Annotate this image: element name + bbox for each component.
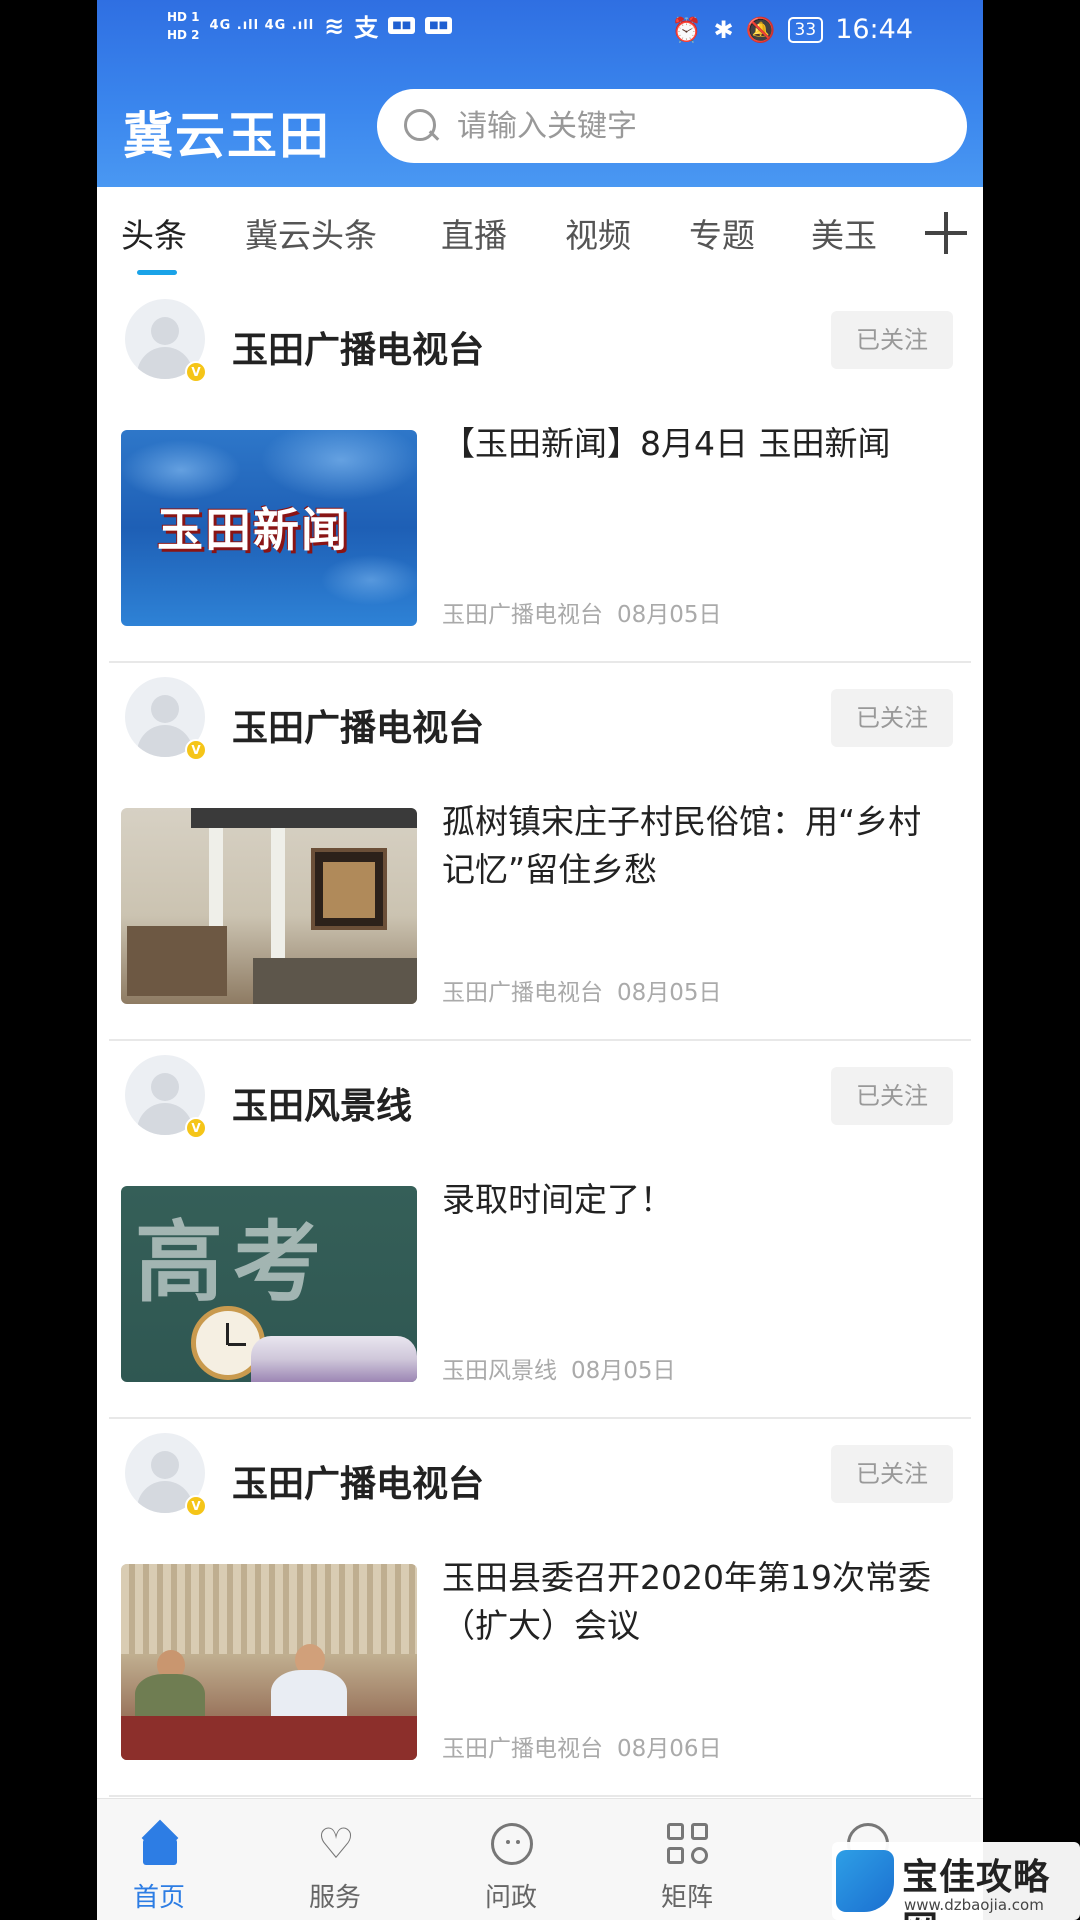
news-card[interactable]: V 玉田风景线 已关注 高考 录取时间定了！ 玉田风景线 08月05日 — [97, 1041, 983, 1419]
meta-date: 08月05日 — [571, 1358, 676, 1384]
meta-source: 玉田广播电视台 — [442, 1736, 603, 1762]
followed-button[interactable]: 已关注 — [831, 311, 953, 369]
status-bar: HD 1 HD 2 4G .ıll 4G .ıll ≋ 支 ■■ ■■ ⏰ ✱ … — [97, 0, 983, 66]
verified-badge: V — [185, 1117, 207, 1139]
news-headline[interactable]: 录取时间定了！ — [442, 1176, 947, 1224]
books-image — [251, 1336, 417, 1382]
news-meta: 玉田广播电视台 08月05日 — [442, 595, 722, 629]
meta-source: 玉田广播电视台 — [442, 980, 603, 1006]
tab-meiyu[interactable]: 美玉 — [811, 209, 877, 257]
meta-source: 玉田广播电视台 — [442, 602, 603, 628]
hd1-label: HD 1 — [167, 9, 200, 24]
nav-label: 矩阵 — [660, 1883, 713, 1913]
channel-tabs: 头条 冀云头条 直播 视频 专题 美玉 — [97, 187, 983, 285]
news-card[interactable]: V 玉田广播电视台 已关注 玉田新闻 【玉田新闻】8月4日 玉田新闻 玉田广播电… — [97, 285, 983, 663]
tab-jiyun-headlines[interactable]: 冀云头条 — [245, 209, 377, 257]
search-bar[interactable] — [377, 89, 967, 163]
nav-label: 服务 — [308, 1883, 361, 1913]
news-thumbnail[interactable] — [121, 1564, 417, 1760]
meta-date: 08月05日 — [617, 602, 722, 628]
nav-inquiry[interactable]: 问政 — [451, 1799, 571, 1920]
heart-icon: ♡ — [317, 1819, 355, 1868]
news-headline[interactable]: 【玉田新闻】8月4日 玉田新闻 — [442, 420, 947, 468]
followed-button[interactable]: 已关注 — [831, 1445, 953, 1503]
app-logo-title: 冀云玉田 — [123, 107, 331, 165]
news-card[interactable]: V 玉田广播电视台 已关注 孤树镇宋庄子村民俗馆：用“乡村记忆”留住乡愁 玉田广… — [97, 663, 983, 1041]
nav-home[interactable]: 首页 — [99, 1799, 219, 1920]
status-left: HD 1 HD 2 4G .ıll 4G .ıll ≋ 支 ■■ ■■ — [167, 8, 453, 43]
chat-icon — [491, 1823, 533, 1865]
status-right: ⏰ ✱ 🔕 33 16:44 — [672, 14, 913, 45]
news-feed: V 玉田广播电视台 已关注 玉田新闻 【玉田新闻】8月4日 玉田新闻 玉田广播电… — [97, 285, 983, 1797]
divider — [109, 1795, 971, 1797]
news-headline[interactable]: 孤树镇宋庄子村民俗馆：用“乡村记忆”留住乡愁 — [442, 798, 947, 894]
news-meta: 玉田风景线 08月05日 — [442, 1351, 676, 1385]
source-name[interactable]: 玉田风景线 — [232, 1077, 412, 1129]
verified-badge: V — [185, 739, 207, 761]
news-app-icon: ■■ — [388, 17, 416, 34]
news-headline[interactable]: 玉田县委召开2020年第19次常委（扩大）会议 — [442, 1554, 947, 1650]
nav-services[interactable]: ♡ 服务 — [275, 1799, 395, 1920]
battery-icon: 33 — [787, 16, 824, 43]
hd-indicator: HD 1 HD 2 — [167, 10, 200, 42]
hd2-label: HD 2 — [167, 27, 200, 42]
tab-live[interactable]: 直播 — [441, 209, 507, 257]
alipay-icon: 支 — [354, 14, 379, 42]
watermark: 宝佳攻略网 www.dzbaojia.com — [832, 1842, 1080, 1920]
meta-date: 08月06日 — [617, 1736, 722, 1762]
thumbnail-title: 玉田新闻 — [157, 503, 349, 557]
nav-matrix[interactable]: 矩阵 — [627, 1799, 747, 1920]
mute-icon: 🔕 — [745, 15, 776, 44]
clock-time: 16:44 — [835, 14, 913, 45]
alarm-icon: ⏰ — [671, 15, 702, 44]
followed-button[interactable]: 已关注 — [831, 689, 953, 747]
app-screen: HD 1 HD 2 4G .ıll 4G .ıll ≋ 支 ■■ ■■ ⏰ ✱ … — [97, 0, 983, 1920]
bluetooth-icon: ✱ — [713, 15, 734, 44]
tab-headlines[interactable]: 头条 — [121, 209, 187, 257]
add-channel-icon[interactable] — [925, 212, 967, 254]
nav-label: 首页 — [132, 1883, 185, 1913]
verified-badge: V — [185, 361, 207, 383]
search-icon — [401, 106, 441, 146]
meta-source: 玉田风景线 — [442, 1358, 557, 1384]
tab-video[interactable]: 视频 — [565, 209, 631, 257]
app-header: HD 1 HD 2 4G .ıll 4G .ıll ≋ 支 ■■ ■■ ⏰ ✱ … — [97, 0, 983, 187]
grid-icon — [667, 1823, 709, 1865]
watermark-url: www.dzbaojia.com — [904, 1896, 1044, 1914]
news-thumbnail[interactable]: 高考 — [121, 1186, 417, 1382]
nav-label: 问政 — [484, 1883, 537, 1913]
watermark-logo — [836, 1850, 894, 1912]
tab-topics[interactable]: 专题 — [689, 209, 755, 257]
source-name[interactable]: 玉田广播电视台 — [232, 321, 484, 373]
news-thumbnail[interactable]: 玉田新闻 — [121, 430, 417, 626]
wifi-icon: ≋ — [324, 11, 345, 40]
verified-badge: V — [185, 1495, 207, 1517]
news-thumbnail[interactable] — [121, 808, 417, 1004]
followed-button[interactable]: 已关注 — [831, 1067, 953, 1125]
people-app-icon: ■■ — [425, 17, 453, 34]
source-name[interactable]: 玉田广播电视台 — [232, 699, 484, 751]
news-meta: 玉田广播电视台 08月05日 — [442, 973, 722, 1007]
meta-date: 08月05日 — [617, 980, 722, 1006]
news-card[interactable]: V 玉田广播电视台 已关注 玉田县委召开2020年第19次常委（扩大）会议 玉田… — [97, 1419, 983, 1797]
active-tab-indicator — [137, 270, 177, 275]
source-name[interactable]: 玉田广播电视台 — [232, 1455, 484, 1507]
search-input[interactable] — [457, 108, 937, 144]
thumbnail-chalk-text: 高考 — [135, 1211, 332, 1314]
news-meta: 玉田广播电视台 08月06日 — [442, 1729, 722, 1763]
signal-icon: 4G .ıll 4G .ıll — [209, 18, 315, 33]
home-icon — [139, 1823, 181, 1865]
